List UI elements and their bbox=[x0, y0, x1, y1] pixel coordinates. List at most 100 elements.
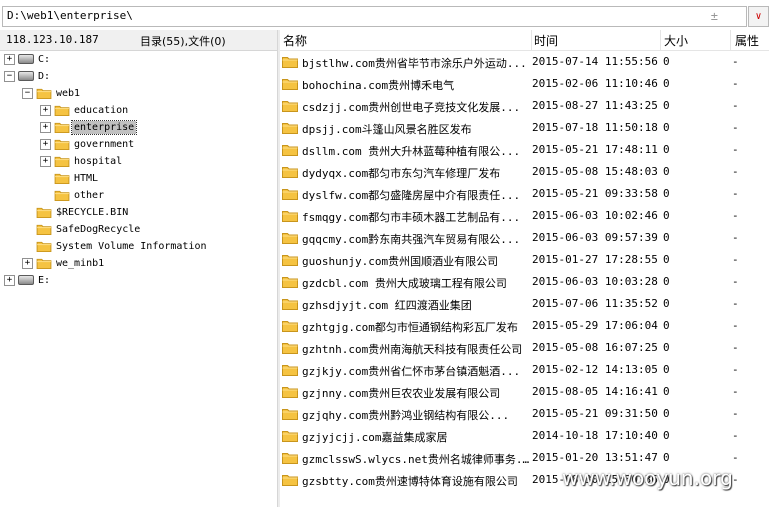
collapse-icon[interactable]: − bbox=[4, 71, 15, 82]
column-divider[interactable] bbox=[730, 30, 731, 50]
file-attr: - bbox=[732, 319, 739, 332]
tree-node-label[interactable]: HTML bbox=[72, 172, 100, 185]
file-time: 2015-06-03 09:57:39 bbox=[532, 231, 658, 244]
file-row[interactable]: gqqcmy.com黔东南共强汽车贸易有限公... 2015-06-03 09:5… bbox=[280, 227, 769, 249]
file-row[interactable]: gzjnny.com贵州巨农农业发展有限公司 2015-08-05 14:16:4… bbox=[280, 381, 769, 403]
tree-node[interactable]: System Volume Information bbox=[0, 238, 277, 255]
column-time[interactable]: 时间 bbox=[534, 32, 558, 49]
tree-node[interactable]: HTML bbox=[0, 170, 277, 187]
file-row[interactable]: gzdcbl.com 贵州大成玻璃工程有限公司 2015-06-03 10:03:… bbox=[280, 271, 769, 293]
file-attr: - bbox=[732, 99, 739, 112]
column-attr[interactable]: 属性 bbox=[735, 32, 759, 49]
file-row[interactable]: bohochina.com贵州博禾电气 2015-02-06 11:10:46 0 - bbox=[280, 73, 769, 95]
chevron-down-icon[interactable]: ∨ bbox=[748, 6, 769, 27]
tree-node-label[interactable]: D: bbox=[36, 70, 52, 83]
file-row[interactable]: gzhtnh.com贵州南海航天科技有限责任公司 2015-05-08 16:07… bbox=[280, 337, 769, 359]
file-name: gzsbtty.com贵州速博特体育设施有限公司 bbox=[302, 475, 518, 488]
file-row[interactable]: dpsjj.com斗篷山风景名胜区发布 2015-07-18 11:50:18 0 - bbox=[280, 117, 769, 139]
tree-node[interactable]: + hospital bbox=[0, 153, 277, 170]
file-size: 0 bbox=[663, 99, 670, 112]
expand-icon[interactable]: + bbox=[22, 258, 33, 269]
file-name: gqqcmy.com黔东南共强汽车贸易有限公... bbox=[302, 233, 521, 246]
file-name: bjstlhw.com贵州省毕节市涂乐户外运动... bbox=[302, 57, 527, 70]
tree-node-label[interactable]: hospital bbox=[72, 155, 124, 168]
file-name: dydyqx.com都匀市东匀汽车修理厂发布 bbox=[302, 167, 501, 180]
tree-node-label[interactable]: enterprise bbox=[70, 120, 138, 135]
file-name: gzjkjy.com贵州省仁怀市茅台镇酒魁酒... bbox=[302, 365, 521, 378]
drive-icon bbox=[18, 54, 34, 64]
list-header: 名称 时间 大小 属性 bbox=[280, 30, 769, 51]
tree-node-label[interactable]: System Volume Information bbox=[54, 240, 209, 253]
file-row[interactable]: gzhtgjg.com都匀市恒通钢结构彩瓦厂发布 2015-05-29 17:06… bbox=[280, 315, 769, 337]
tree-node[interactable]: − D: bbox=[0, 68, 277, 85]
path-input[interactable]: D:\web1\enterprise\ ± bbox=[2, 6, 747, 27]
tree-node-label[interactable]: E: bbox=[36, 274, 52, 287]
tree-node[interactable]: + we_minb1 bbox=[0, 255, 277, 272]
tree-node[interactable]: SafeDogRecycle bbox=[0, 221, 277, 238]
file-time: 2015-06-03 10:02:46 bbox=[532, 209, 658, 222]
file-attr: - bbox=[732, 451, 739, 464]
folder-icon bbox=[282, 297, 298, 310]
collapse-icon[interactable]: − bbox=[22, 88, 33, 99]
folder-icon bbox=[282, 231, 298, 244]
expand-icon[interactable]: + bbox=[40, 122, 51, 133]
file-size: 0 bbox=[663, 363, 670, 376]
tree-node[interactable]: $RECYCLE.BIN bbox=[0, 204, 277, 221]
tree-node-label[interactable]: web1 bbox=[54, 87, 82, 100]
file-row[interactable]: gzjyjcjj.com嘉益集成家居 2014-10-18 17:10:40 0 - bbox=[280, 425, 769, 447]
expand-icon[interactable]: + bbox=[4, 54, 15, 65]
expand-icon[interactable]: + bbox=[40, 156, 51, 167]
tree-node[interactable]: other bbox=[0, 187, 277, 204]
folder-icon bbox=[282, 319, 298, 332]
expand-icon[interactable]: + bbox=[40, 105, 51, 116]
expand-icon[interactable]: + bbox=[40, 139, 51, 150]
tree-node[interactable]: + education bbox=[0, 102, 277, 119]
file-time: 2015-05-08 16:07:25 bbox=[532, 341, 658, 354]
column-divider[interactable] bbox=[660, 30, 661, 50]
file-size: 0 bbox=[663, 77, 670, 90]
folder-icon bbox=[282, 209, 298, 222]
file-name: csdzjj.com贵州创世电子竞技文化发展... bbox=[302, 101, 521, 114]
folder-icon bbox=[282, 341, 298, 354]
tree-node[interactable]: + enterprise bbox=[0, 119, 277, 136]
column-divider[interactable] bbox=[531, 30, 532, 50]
column-size[interactable]: 大小 bbox=[664, 32, 688, 49]
folder-icon bbox=[282, 187, 298, 200]
file-time: 2015-07-18 11:50:18 bbox=[532, 121, 658, 134]
tree-node[interactable]: + E: bbox=[0, 272, 277, 289]
file-attr: - bbox=[732, 187, 739, 200]
file-row[interactable]: gzhsdjyjt.com 红四渡酒业集团 2015-07-06 11:35:52… bbox=[280, 293, 769, 315]
file-name: dyslfw.com都匀盛隆房屋中介有限责任... bbox=[302, 189, 521, 202]
file-row[interactable]: gzjkjy.com贵州省仁怀市茅台镇酒魁酒... 2015-02-12 14:1… bbox=[280, 359, 769, 381]
file-row[interactable]: bjstlhw.com贵州省毕节市涂乐户外运动... 2015-07-14 11:… bbox=[280, 51, 769, 73]
file-name: gzhtnh.com贵州南海航天科技有限责任公司 bbox=[302, 343, 523, 356]
tree-node[interactable]: + government bbox=[0, 136, 277, 153]
tree-node-label[interactable]: C: bbox=[36, 53, 52, 66]
column-name[interactable]: 名称 bbox=[283, 32, 307, 49]
tree-node-label[interactable]: other bbox=[72, 189, 106, 202]
file-row[interactable]: dyslfw.com都匀盛隆房屋中介有限责任... 2015-05-21 09:3… bbox=[280, 183, 769, 205]
tree-node-label[interactable]: SafeDogRecycle bbox=[54, 223, 142, 236]
address-bar: D:\web1\enterprise\ ± ∨ bbox=[0, 0, 769, 30]
file-time: 2015-05-08 15:48:03 bbox=[532, 165, 658, 178]
file-size: 0 bbox=[663, 341, 670, 354]
tree-node-label[interactable]: government bbox=[72, 138, 136, 151]
file-row[interactable]: dydyqx.com都匀市东匀汽车修理厂发布 2015-05-08 15:48:0… bbox=[280, 161, 769, 183]
file-time: 2015-08-27 11:43:25 bbox=[532, 99, 658, 112]
file-row[interactable]: fsmqgy.com都匀市丰硕木器工艺制品有... 2015-06-03 10:0… bbox=[280, 205, 769, 227]
file-row[interactable]: csdzjj.com贵州创世电子竞技文化发展... 2015-08-27 11:4… bbox=[280, 95, 769, 117]
file-row[interactable]: dsllm.com 贵州大升林蓝莓种植有限公... 2015-05-21 17:4… bbox=[280, 139, 769, 161]
plus-minus-icon[interactable]: ± bbox=[711, 9, 718, 23]
tree-node-label[interactable]: education bbox=[72, 104, 130, 117]
file-row[interactable]: gzjqhy.com贵州黔鸿业钢结构有限公... 2015-05-21 09:31… bbox=[280, 403, 769, 425]
folder-icon bbox=[36, 223, 52, 235]
file-row[interactable]: guoshunjy.com贵州国顺酒业有限公司 2015-01-27 17:28:… bbox=[280, 249, 769, 271]
tree-node-label[interactable]: we_minb1 bbox=[54, 257, 106, 270]
file-time: 2015-07-06 11:35:52 bbox=[532, 297, 658, 310]
file-size: 0 bbox=[663, 55, 670, 68]
tree-node[interactable]: + C: bbox=[0, 51, 277, 68]
tree-node[interactable]: − web1 bbox=[0, 85, 277, 102]
folder-icon bbox=[54, 172, 70, 184]
tree-node-label[interactable]: $RECYCLE.BIN bbox=[54, 206, 130, 219]
expand-icon[interactable]: + bbox=[4, 275, 15, 286]
